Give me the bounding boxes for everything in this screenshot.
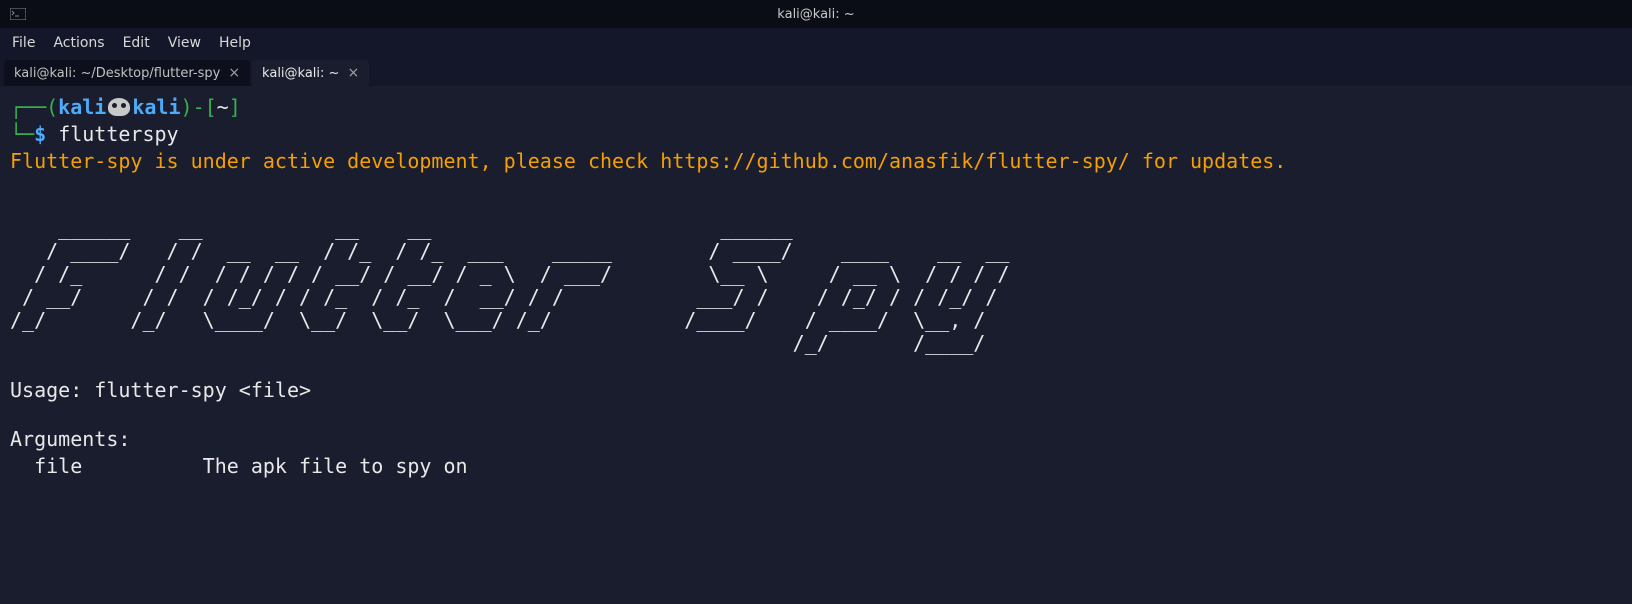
tab-label: kali@kali: ~ (262, 66, 339, 81)
tabbar: kali@kali: ~/Desktop/flutter-spy × kali@… (0, 58, 1632, 86)
window-title: kali@kali: ~ (777, 7, 854, 22)
prompt-command: flutterspy (58, 122, 178, 146)
close-icon[interactable]: × (347, 65, 359, 81)
tab-home[interactable]: kali@kali: ~ × (252, 60, 369, 86)
arg-desc: The apk file to spy on (82, 454, 467, 478)
menu-file[interactable]: File (12, 35, 35, 51)
argument-row: file The apk file to spy on (10, 453, 1622, 480)
menu-edit[interactable]: Edit (123, 35, 150, 51)
dev-notice: Flutter-spy is under active development,… (10, 148, 1622, 175)
prompt-line-1: ┌──(kalikali)-[~] (10, 94, 1622, 121)
window-titlebar: kali@kali: ~ (0, 0, 1632, 28)
prompt-host: kali (132, 95, 180, 119)
menu-view[interactable]: View (168, 35, 201, 51)
menu-actions[interactable]: Actions (53, 35, 104, 51)
prompt-user: kali (58, 95, 106, 119)
tab-label: kali@kali: ~/Desktop/flutter-spy (14, 66, 220, 81)
menu-help[interactable]: Help (219, 35, 251, 51)
usage-line: Usage: flutter-spy <file> (10, 377, 1622, 404)
prompt-symbol: $ (34, 122, 46, 146)
ascii-art-banner: ______ __ __ __ ______ / ____/ / / __ __… (10, 217, 1622, 355)
terminal-body[interactable]: ┌──(kalikali)-[~] └─$ flutterspy Flutter… (0, 86, 1632, 488)
arg-name: file (10, 454, 82, 478)
menubar: File Actions Edit View Help (0, 28, 1632, 58)
tab-flutter-spy-dir[interactable]: kali@kali: ~/Desktop/flutter-spy × (4, 60, 250, 86)
prompt-path: ~ (217, 95, 229, 119)
skull-icon (108, 98, 130, 116)
arguments-header: Arguments: (10, 426, 1622, 453)
prompt-line-2: └─$ flutterspy (10, 121, 1622, 148)
close-icon[interactable]: × (228, 65, 240, 81)
terminal-icon (8, 6, 28, 22)
